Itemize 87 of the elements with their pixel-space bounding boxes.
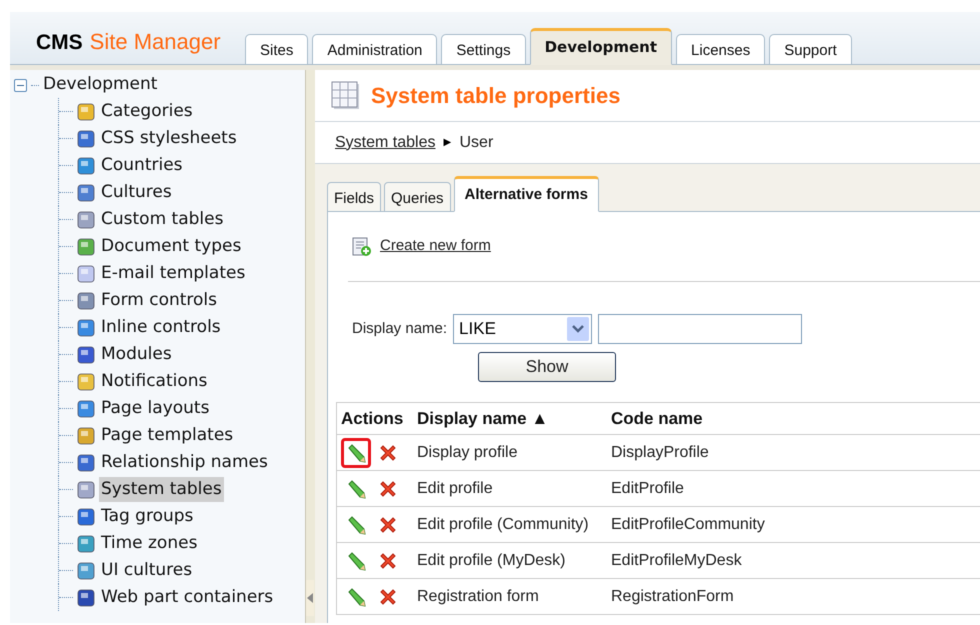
delete-icon xyxy=(378,550,398,570)
tree-item-icon xyxy=(76,506,96,526)
column-header[interactable]: Display name ▲ xyxy=(413,406,607,432)
main-tab[interactable]: Licenses xyxy=(676,34,766,65)
tree-item-icon xyxy=(76,182,96,202)
tree-item[interactable]: Form controls xyxy=(99,288,220,314)
tree-item[interactable]: CSS stylesheets xyxy=(99,126,239,152)
table-icon xyxy=(331,80,361,110)
table-cell-text: Edit profile xyxy=(416,478,494,498)
collapse-toggle[interactable] xyxy=(14,78,27,92)
tree-item-icon xyxy=(76,344,96,364)
main-tab[interactable]: Support xyxy=(769,34,852,65)
pencil-icon xyxy=(346,550,366,570)
logo-product: Site Manager xyxy=(90,28,221,56)
content-tab[interactable]: Alternative forms xyxy=(454,176,599,212)
filter-value-field[interactable] xyxy=(598,314,802,344)
tree-item-icon xyxy=(76,128,96,148)
tree-item-icon xyxy=(76,588,96,608)
tree-item-icon xyxy=(76,534,96,554)
column-header[interactable]: Actions xyxy=(337,406,413,432)
tree-item[interactable]: Web part containers xyxy=(99,584,276,610)
table-cell-text: EditProfile xyxy=(610,478,685,498)
breadcrumb-current: User xyxy=(459,132,494,152)
main-tab[interactable]: Sites xyxy=(245,34,308,65)
tree-item[interactable]: Time zones xyxy=(99,530,200,556)
main-tab[interactable]: Administration xyxy=(312,34,438,65)
tree-item[interactable]: Custom tables xyxy=(99,206,226,232)
tree-item-icon xyxy=(76,318,96,338)
show-button[interactable]: Show xyxy=(478,352,616,382)
new-form-icon xyxy=(352,236,372,256)
filter-label: Display name: xyxy=(352,318,448,339)
tree-item-icon xyxy=(76,452,96,472)
tree-item[interactable]: System tables xyxy=(99,476,224,502)
content-tab[interactable]: Fields xyxy=(327,182,382,212)
create-new-form-link[interactable]: Create new form xyxy=(380,235,491,258)
delete-icon xyxy=(378,478,398,498)
tree-item-icon xyxy=(76,290,96,310)
tree-item[interactable]: UI cultures xyxy=(99,558,194,584)
tree-item[interactable]: Notifications xyxy=(99,368,210,394)
tree-item[interactable]: Document types xyxy=(99,234,244,260)
tree-item[interactable]: Inline controls xyxy=(99,314,223,340)
logo-brand: CMS xyxy=(36,30,83,56)
tree-item-icon xyxy=(76,426,96,446)
tree-item[interactable]: Page templates xyxy=(99,422,236,448)
tree-item-icon xyxy=(76,480,96,500)
tree-item-icon xyxy=(76,102,96,122)
tree-item[interactable]: Countries xyxy=(99,152,185,178)
table-cell-text: Registration form xyxy=(416,586,540,606)
operator-dropdown[interactable]: LIKE xyxy=(453,314,592,344)
breadcrumb-link[interactable]: System tables xyxy=(335,130,436,154)
pencil-icon xyxy=(346,514,366,534)
edit-button[interactable] xyxy=(341,438,371,468)
tree-item-icon xyxy=(76,372,96,392)
collapse-icon[interactable] xyxy=(306,580,314,616)
pencil-icon xyxy=(346,478,366,498)
main-tab[interactable]: Development xyxy=(530,28,672,65)
tree-item-icon xyxy=(76,210,96,230)
tree-item[interactable]: Modules xyxy=(99,342,174,368)
page-title: System table properties xyxy=(371,82,620,110)
pencil-icon xyxy=(346,586,366,606)
breadcrumb-separator: ▶ xyxy=(443,136,452,150)
table-cell-text: DisplayProfile xyxy=(610,442,710,462)
table-cell-text: Display profile xyxy=(416,442,518,462)
table-cell-text: Edit profile (MyDesk) xyxy=(416,550,566,570)
content-tab[interactable]: Queries xyxy=(384,182,451,212)
table-cell-text: EditProfileMyDesk xyxy=(610,550,743,570)
tree-root-label[interactable]: Development xyxy=(43,72,158,98)
delete-icon xyxy=(378,442,398,462)
tree-item[interactable]: Page layouts xyxy=(99,396,212,422)
tree-item-icon xyxy=(76,398,96,418)
tree-item-icon xyxy=(76,236,96,256)
tree-item-icon xyxy=(76,264,96,284)
table-cell-text: EditProfileCommunity xyxy=(610,514,766,534)
delete-icon xyxy=(378,586,398,606)
table-cell-text: RegistrationForm xyxy=(610,586,735,606)
tree-item[interactable]: Cultures xyxy=(99,180,174,206)
main-tab[interactable]: Settings xyxy=(441,34,526,65)
pencil-icon xyxy=(346,442,366,462)
tree-item-icon xyxy=(76,156,96,176)
table-cell-text: Edit profile (Community) xyxy=(416,514,590,534)
column-header[interactable]: Code name xyxy=(607,406,967,432)
tree-item[interactable]: E-mail templates xyxy=(99,260,248,286)
tree-item-icon xyxy=(76,560,96,580)
tree-item[interactable]: Tag groups xyxy=(99,504,196,530)
tree-item[interactable]: Categories xyxy=(99,98,195,124)
delete-icon xyxy=(378,514,398,534)
tree-item[interactable]: Relationship names xyxy=(99,450,270,476)
